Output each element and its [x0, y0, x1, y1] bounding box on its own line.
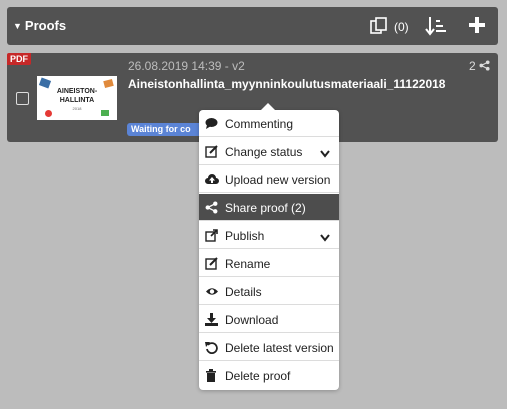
- share-count[interactable]: 2: [469, 59, 490, 73]
- menu-item-publish[interactable]: Publish: [199, 222, 339, 249]
- menu-item-label: Commenting: [225, 117, 294, 131]
- proof-filename[interactable]: Aineistonhallinta_myynninkoulutusmateria…: [128, 77, 445, 91]
- file-type-badge: PDF: [7, 53, 31, 65]
- proofs-title: Proofs: [24, 18, 67, 33]
- menu-item-label: Share proof (2): [225, 201, 306, 215]
- menu-item-label: Delete proof: [225, 369, 291, 383]
- menu-item-share-proof[interactable]: Share proof (2): [199, 194, 339, 221]
- menu-item-label: Details: [225, 285, 262, 299]
- thumbnail-line-1: AINEISTON-: [56, 88, 98, 95]
- caret-down-icon: ▼: [13, 21, 22, 31]
- comment-icon: [205, 117, 218, 130]
- edit-icon: [205, 257, 218, 270]
- download-icon: [205, 313, 218, 326]
- menu-item-download[interactable]: Download: [199, 306, 339, 333]
- proofs-toggle[interactable]: ▼ Proofs: [13, 18, 66, 33]
- external-link-icon: [205, 229, 218, 242]
- share-icon: [479, 60, 490, 71]
- chevron-down-icon: [320, 231, 330, 245]
- add-icon[interactable]: [468, 16, 486, 39]
- thumbnail-line-3: 2018: [72, 106, 82, 111]
- cloud-upload-icon: [205, 173, 219, 186]
- menu-item-label: Change status: [225, 145, 303, 159]
- copy-pages-icon[interactable]: [369, 16, 389, 41]
- menu-item-label: Publish: [225, 229, 265, 243]
- menu-item-delete-proof[interactable]: Delete proof: [199, 362, 339, 389]
- thumbnail-line-2: HALLINTA: [59, 97, 95, 104]
- menu-item-rename[interactable]: Rename: [199, 250, 339, 277]
- menu-arrow: [261, 103, 275, 110]
- chevron-down-icon: [320, 147, 330, 161]
- menu-item-details[interactable]: Details: [199, 278, 339, 305]
- proofs-header: ▼ Proofs (0): [7, 7, 498, 45]
- proof-count: (0): [394, 20, 409, 34]
- share-count-value: 2: [468, 59, 476, 73]
- menu-item-upload-new-version[interactable]: Upload new version: [199, 166, 339, 193]
- menu-item-delete-latest-version[interactable]: Delete latest version: [199, 334, 339, 361]
- proof-meta: 26.08.2019 14:39 - v2: [128, 59, 245, 73]
- context-menu: Commenting Change status Upload new vers…: [199, 103, 339, 390]
- edit-icon: [205, 145, 218, 158]
- menu-item-label: Download: [225, 313, 279, 327]
- proof-thumbnail[interactable]: AINEISTON- HALLINTA 2018: [37, 76, 117, 120]
- proof-checkbox[interactable]: [16, 92, 29, 105]
- menu-item-label: Upload new version: [225, 173, 331, 187]
- status-badge: Waiting for co: [127, 123, 210, 136]
- sort-icon[interactable]: [425, 15, 447, 42]
- menu-item-label: Rename: [225, 257, 271, 271]
- menu-item-label: Delete latest version: [225, 341, 334, 355]
- menu-item-commenting[interactable]: Commenting: [199, 110, 339, 137]
- menu-item-change-status[interactable]: Change status: [199, 138, 339, 165]
- undo-icon: [205, 341, 218, 354]
- share-icon: [205, 201, 218, 214]
- trash-icon: [205, 369, 218, 382]
- eye-icon: [205, 285, 218, 298]
